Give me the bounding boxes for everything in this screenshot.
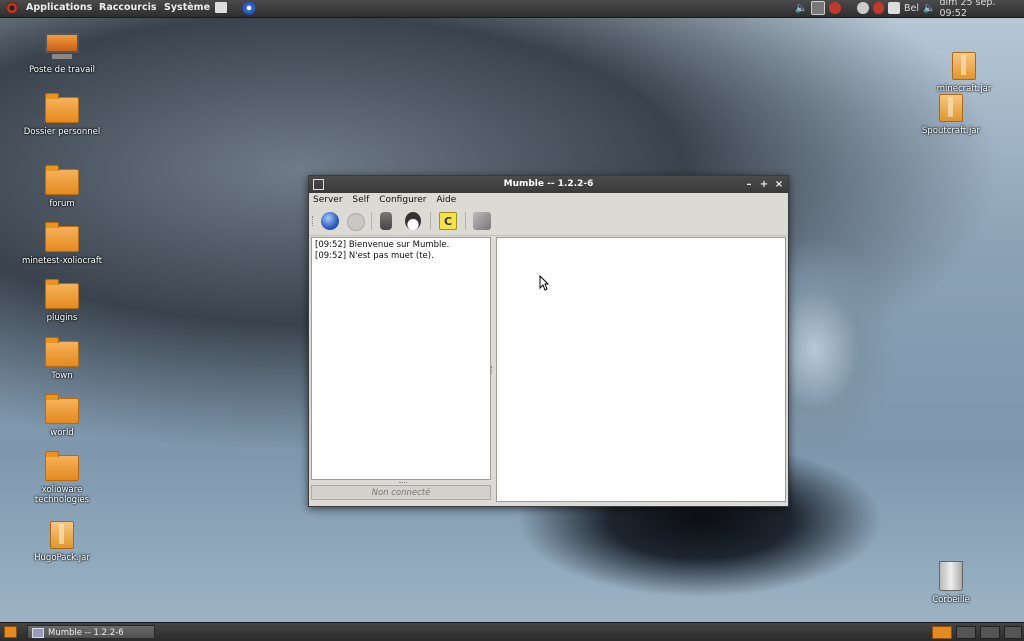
- vertical-split-handle[interactable]: [491, 366, 495, 374]
- info-icon[interactable]: [347, 213, 365, 231]
- headphones-icon[interactable]: [405, 212, 421, 230]
- speaker-icon[interactable]: 🔈: [795, 3, 807, 14]
- network-icon[interactable]: [811, 1, 825, 15]
- workspace-4[interactable]: [1004, 626, 1022, 639]
- desktop-icon-corbeille[interactable]: Corbeille: [906, 561, 996, 605]
- folder-icon: [45, 341, 79, 367]
- folder-icon: [45, 455, 79, 481]
- settings-icon[interactable]: [473, 212, 491, 230]
- toolbar-handle[interactable]: [312, 216, 316, 226]
- window-titlebar[interactable]: Mumble -- 1.2.2-6 – + ×: [309, 176, 788, 193]
- menu-aide[interactable]: Aide: [436, 193, 456, 207]
- update-icon[interactable]: [873, 2, 885, 14]
- taskbar-item-mumble[interactable]: Mumble -- 1.2.2-6: [27, 625, 155, 639]
- log-line: [09:52] N'est pas muet (te).: [315, 251, 487, 262]
- menu-configurer[interactable]: Configurer: [379, 193, 426, 207]
- folder-icon: [45, 398, 79, 424]
- menu-raccourcis[interactable]: Raccourcis: [99, 2, 157, 13]
- workspace-3[interactable]: [980, 626, 1000, 639]
- folder-icon: [45, 226, 79, 252]
- toolbar: C: [309, 207, 788, 236]
- top-panel: Applications Raccourcis Système 🔈 Bel 🔈 …: [0, 0, 1024, 18]
- show-desktop-icon[interactable]: [4, 626, 17, 638]
- home-folder-icon: [45, 97, 79, 123]
- close-button[interactable]: ×: [772, 176, 786, 193]
- microphone-icon[interactable]: [380, 212, 392, 230]
- trash-icon: [939, 561, 963, 591]
- jar-icon: [939, 94, 963, 122]
- desktop-icon-world[interactable]: world: [17, 398, 107, 438]
- browser-icon[interactable]: [242, 1, 256, 15]
- computer-icon: [45, 33, 79, 61]
- workspace-1[interactable]: [932, 626, 952, 639]
- desktop-icon-spoutcraft-jar[interactable]: Spoutcraft.jar: [906, 94, 996, 136]
- log-pane[interactable]: [09:52] Bienvenue sur Mumble. [09:52] N'…: [311, 237, 491, 480]
- window-title: Mumble -- 1.2.2-6: [504, 179, 594, 189]
- workspace-2[interactable]: [956, 626, 976, 639]
- comment-c-icon[interactable]: C: [439, 212, 457, 230]
- user-icon[interactable]: [857, 2, 869, 14]
- menu-self[interactable]: Self: [352, 193, 369, 207]
- keyboard-layout[interactable]: Bel: [904, 3, 919, 14]
- menu-applications[interactable]: Applications: [26, 2, 92, 13]
- connect-globe-icon[interactable]: [321, 212, 339, 230]
- desktop-icon-plugins[interactable]: plugins: [17, 283, 107, 323]
- window-menu-icon[interactable]: [313, 179, 324, 190]
- bottom-panel: Mumble -- 1.2.2-6: [0, 622, 1024, 641]
- window-icon: [32, 628, 44, 638]
- folder-icon: [45, 169, 79, 195]
- desktop-icon-minecraft-jar[interactable]: minecraft.jar: [919, 52, 1009, 94]
- mouse-cursor-icon: [539, 275, 549, 291]
- desktop-icon-forum[interactable]: forum: [17, 169, 107, 209]
- desktop-icon-hugopack-jar[interactable]: HugoPack.jar: [17, 521, 107, 563]
- mail-icon[interactable]: [215, 2, 227, 13]
- desktop-icon-minetest-xoliocraft[interactable]: minetest-xoliocraft: [17, 226, 107, 266]
- jar-icon: [952, 52, 976, 80]
- battery-icon[interactable]: [888, 2, 900, 14]
- volume-icon[interactable]: 🔈: [923, 3, 935, 14]
- distro-logo-icon[interactable]: [6, 2, 18, 14]
- clock[interactable]: dim 25 sep. 09:52: [940, 0, 1024, 19]
- menu-systeme[interactable]: Système: [164, 2, 210, 13]
- jar-icon: [50, 521, 74, 549]
- minimize-button[interactable]: –: [742, 176, 756, 193]
- menu-server[interactable]: Server: [313, 193, 343, 207]
- connection-status: Non connecté: [311, 485, 491, 500]
- folder-icon: [45, 283, 79, 309]
- desktop-icon-dossier-personnel[interactable]: Dossier personnel: [17, 97, 107, 137]
- system-tray: 🔈 Bel 🔈 dim 25 sep. 09:52: [795, 1, 1024, 15]
- mumble-window: Mumble -- 1.2.2-6 – + × Server Self Conf…: [308, 175, 789, 507]
- menu-bar: Server Self Configurer Aide: [309, 193, 788, 207]
- power-icon[interactable]: [829, 2, 841, 14]
- desktop-icon-xolioware-technologies[interactable]: xolioware technologies: [17, 455, 107, 505]
- maximize-button[interactable]: +: [757, 176, 771, 193]
- log-line: [09:52] Bienvenue sur Mumble.: [315, 240, 487, 251]
- desktop-icon-town[interactable]: Town: [17, 341, 107, 381]
- desktop-icon-poste-de-travail[interactable]: Poste de travail: [17, 33, 107, 75]
